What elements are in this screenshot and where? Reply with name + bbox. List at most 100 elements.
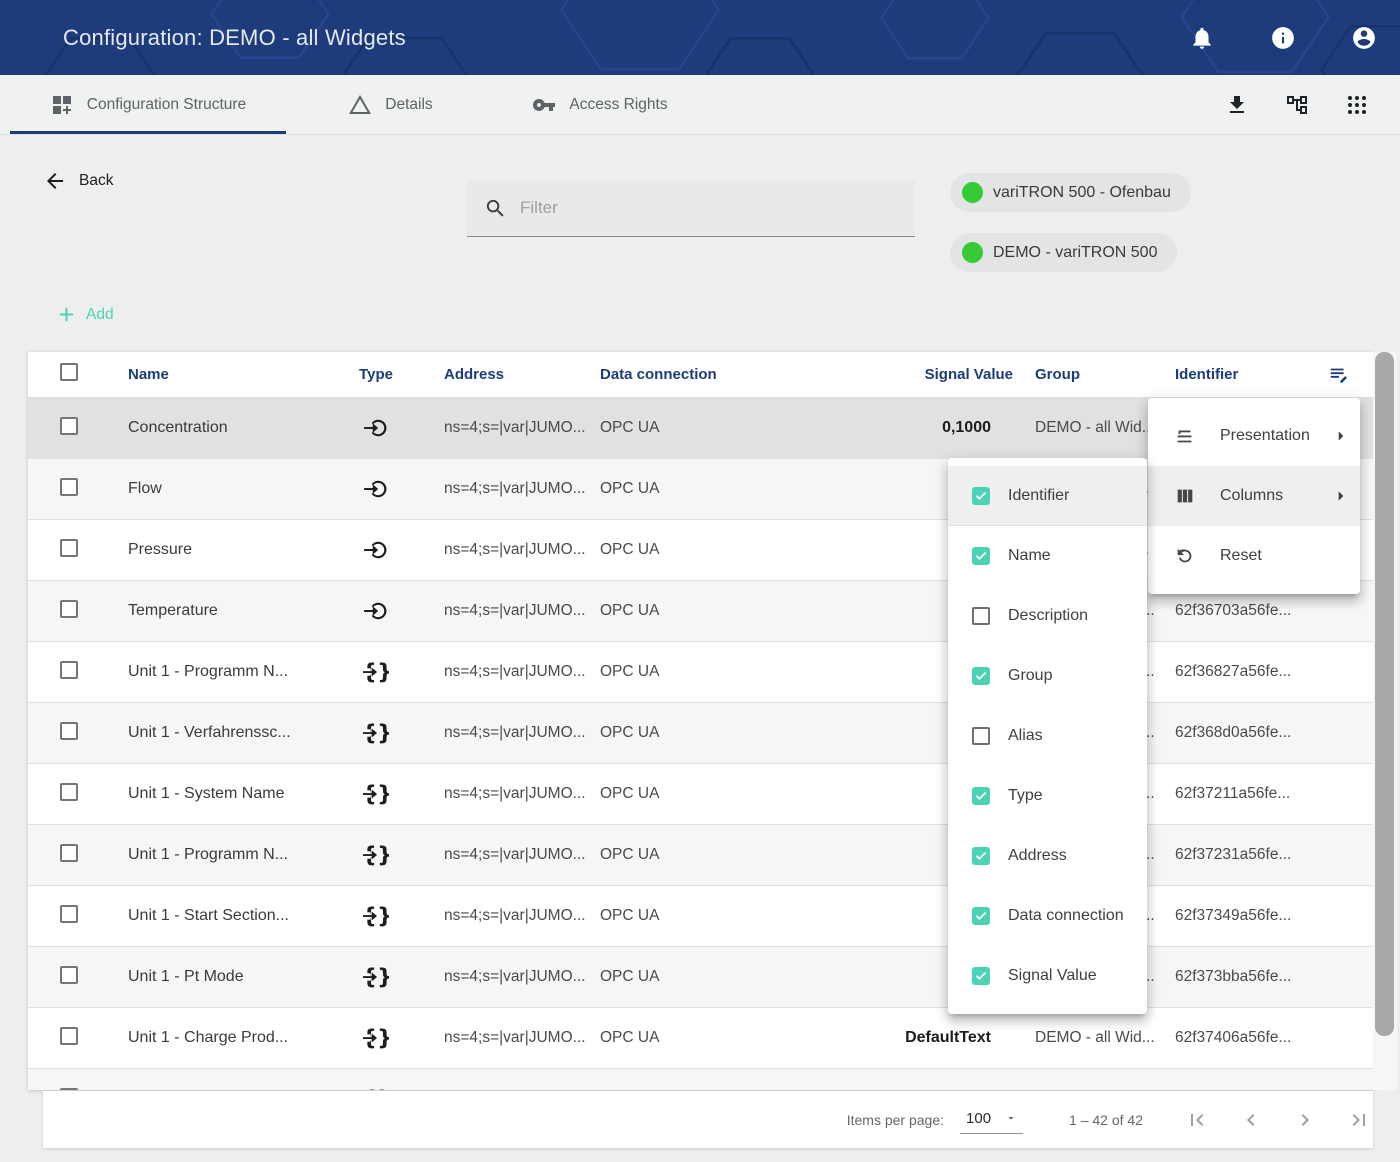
tab-details[interactable]: Details <box>318 75 463 134</box>
checkbox-unchecked-icon[interactable] <box>972 727 990 745</box>
back-button[interactable]: Back <box>43 169 113 193</box>
tab-label: Configuration Structure <box>87 96 246 114</box>
checkbox-checked-icon[interactable] <box>972 907 990 925</box>
column-toggle-data-connection[interactable]: Data connection <box>948 886 1147 946</box>
menu-item-columns[interactable]: Columns <box>1148 466 1360 526</box>
table-row[interactable]: Unit 1 - Charge Prod...{}ns=4;s=|var|JUM… <box>28 1007 1373 1068</box>
column-toggle-alias[interactable]: Alias <box>948 706 1147 766</box>
items-per-page-select[interactable]: 100 <box>960 1106 1023 1134</box>
download-icon[interactable] <box>1225 93 1249 117</box>
cell-type <box>344 598 408 624</box>
text-input-icon: {} <box>363 842 389 868</box>
cell-address: ns=4;s=|var|JUMO... <box>444 785 600 803</box>
column-toggle-name[interactable]: Name <box>948 526 1147 586</box>
checkbox-unchecked-icon[interactable] <box>972 607 990 625</box>
row-checkbox[interactable] <box>60 1088 78 1091</box>
apps-grid-icon[interactable] <box>1345 93 1369 117</box>
svg-text:{: { <box>363 1087 377 1090</box>
analog-input-icon <box>363 537 389 563</box>
table-row[interactable]: Unit 1 - Pt Mode{}ns=4;s=|var|JUMO...OPC… <box>28 946 1373 1007</box>
checkbox-checked-icon[interactable] <box>972 967 990 985</box>
column-toggle-group[interactable]: Group <box>948 646 1147 706</box>
cell-data-connection: OPC UA <box>600 541 830 559</box>
notifications-icon[interactable] <box>1189 25 1215 51</box>
table-row[interactable]: Unit 1 - Verfahrenssc...{}ns=4;s=|var|JU… <box>28 702 1373 763</box>
column-toggle-signal-value[interactable]: Signal Value <box>948 946 1147 1006</box>
paginator-nav <box>1185 1108 1371 1132</box>
row-checkbox[interactable] <box>60 417 78 435</box>
info-icon[interactable] <box>1270 25 1296 51</box>
first-page-icon[interactable] <box>1185 1108 1209 1132</box>
table-row[interactable]: Unit 1 - Programm N...{}ns=4;s=|var|JUMO… <box>28 824 1373 885</box>
tab-access-rights[interactable]: Access Rights <box>495 75 705 134</box>
status-chip[interactable]: variTRON 500 - Ofenbau <box>950 173 1191 212</box>
table-options-menu: Presentation Columns Reset <box>1148 398 1360 594</box>
cell-data-connection: OPC UA <box>600 419 830 437</box>
checkbox-checked-icon[interactable] <box>972 487 990 505</box>
status-dot-icon <box>962 182 983 203</box>
select-all-checkbox[interactable] <box>60 363 78 381</box>
row-checkbox-cell <box>28 783 128 806</box>
scrollbar-thumb[interactable] <box>1375 352 1394 1036</box>
table-row[interactable]: Unit 1 - Start Section...{}ns=4;s=|var|J… <box>28 885 1373 946</box>
prev-page-icon[interactable] <box>1239 1108 1263 1132</box>
row-checkbox[interactable] <box>60 722 78 740</box>
row-checkbox[interactable] <box>60 905 78 923</box>
add-button[interactable]: Add <box>55 303 114 326</box>
menu-item-reset[interactable]: Reset <box>1148 526 1360 586</box>
table-row[interactable]: Unit 1 - Programm N...{}ns=4;s=|var|JUMO… <box>28 641 1373 702</box>
filter-input[interactable] <box>520 198 905 218</box>
column-toggle-label: Group <box>1008 667 1052 685</box>
cell-identifier: 62f37211a56fe... <box>1175 785 1315 803</box>
row-checkbox-cell <box>28 844 128 867</box>
svg-text:}: } <box>377 965 389 990</box>
last-page-icon[interactable] <box>1347 1108 1371 1132</box>
app-header: Configuration: DEMO - all Widgets <box>0 0 1400 75</box>
column-toggle-description[interactable]: Description <box>948 586 1147 646</box>
row-checkbox[interactable] <box>60 478 78 496</box>
column-toggle-label: Description <box>1008 607 1088 625</box>
chip-label: variTRON 500 - Ofenbau <box>993 184 1171 202</box>
column-toggle-type[interactable]: Type <box>948 766 1147 826</box>
cell-address: ns=4;s=|var|JUMO... <box>444 846 600 864</box>
playlist-edit-icon[interactable] <box>1328 364 1350 386</box>
cell-type: {} <box>344 720 408 746</box>
checkbox-checked-icon[interactable] <box>972 847 990 865</box>
checkbox-checked-icon[interactable] <box>972 547 990 565</box>
status-chip[interactable]: DEMO - variTRON 500 <box>950 233 1177 272</box>
column-toggle-identifier[interactable]: Identifier <box>948 466 1147 526</box>
tab-configuration-structure[interactable]: Configuration Structure <box>10 75 286 134</box>
cell-signal-value: 0,1000 <box>830 419 1013 437</box>
cell-name: Unit 1 - Programm N... <box>128 663 344 681</box>
row-checkbox[interactable] <box>60 783 78 801</box>
table-row[interactable]: Unit 1 - System Name{}ns=4;s=|var|JUMO..… <box>28 763 1373 824</box>
tree-icon[interactable] <box>1285 93 1309 117</box>
row-checkbox[interactable] <box>60 661 78 679</box>
column-header-name: Name <box>128 366 344 383</box>
columns-visibility-menu: IdentifierName Description Group AliasTypeA… <box>948 458 1147 1014</box>
cell-identifier: 62f36703a56fe... <box>1175 602 1315 620</box>
screen: Configuration: DEMO - all Widgets Config… <box>0 0 1400 1162</box>
menu-item-label: Columns <box>1220 487 1330 505</box>
row-checkbox[interactable] <box>60 600 78 618</box>
checkbox-checked-icon[interactable] <box>972 667 990 685</box>
table-header-row: Name Type Address Data connection Signal… <box>28 352 1373 397</box>
next-page-icon[interactable] <box>1293 1108 1317 1132</box>
account-icon[interactable] <box>1351 25 1377 51</box>
tab-bar: Configuration Structure Details Access R… <box>0 75 1400 135</box>
row-checkbox[interactable] <box>60 966 78 984</box>
row-checkbox[interactable] <box>60 539 78 557</box>
cell-identifier: 62f37406a56fe... <box>1175 1029 1315 1047</box>
column-toggle-address[interactable]: Address <box>948 826 1147 886</box>
table-row[interactable]: {} <box>28 1068 1373 1090</box>
items-per-page-value: 100 <box>966 1110 991 1127</box>
menu-item-presentation[interactable]: Presentation <box>1148 406 1360 466</box>
row-checkbox[interactable] <box>60 844 78 862</box>
svg-text:}: } <box>377 904 389 929</box>
hex-pattern-shape <box>1010 24 1150 75</box>
svg-text:}: } <box>377 660 389 685</box>
cell-data-connection: OPC UA <box>600 846 830 864</box>
hex-pattern-shape <box>700 30 820 75</box>
row-checkbox[interactable] <box>60 1027 78 1045</box>
checkbox-checked-icon[interactable] <box>972 787 990 805</box>
